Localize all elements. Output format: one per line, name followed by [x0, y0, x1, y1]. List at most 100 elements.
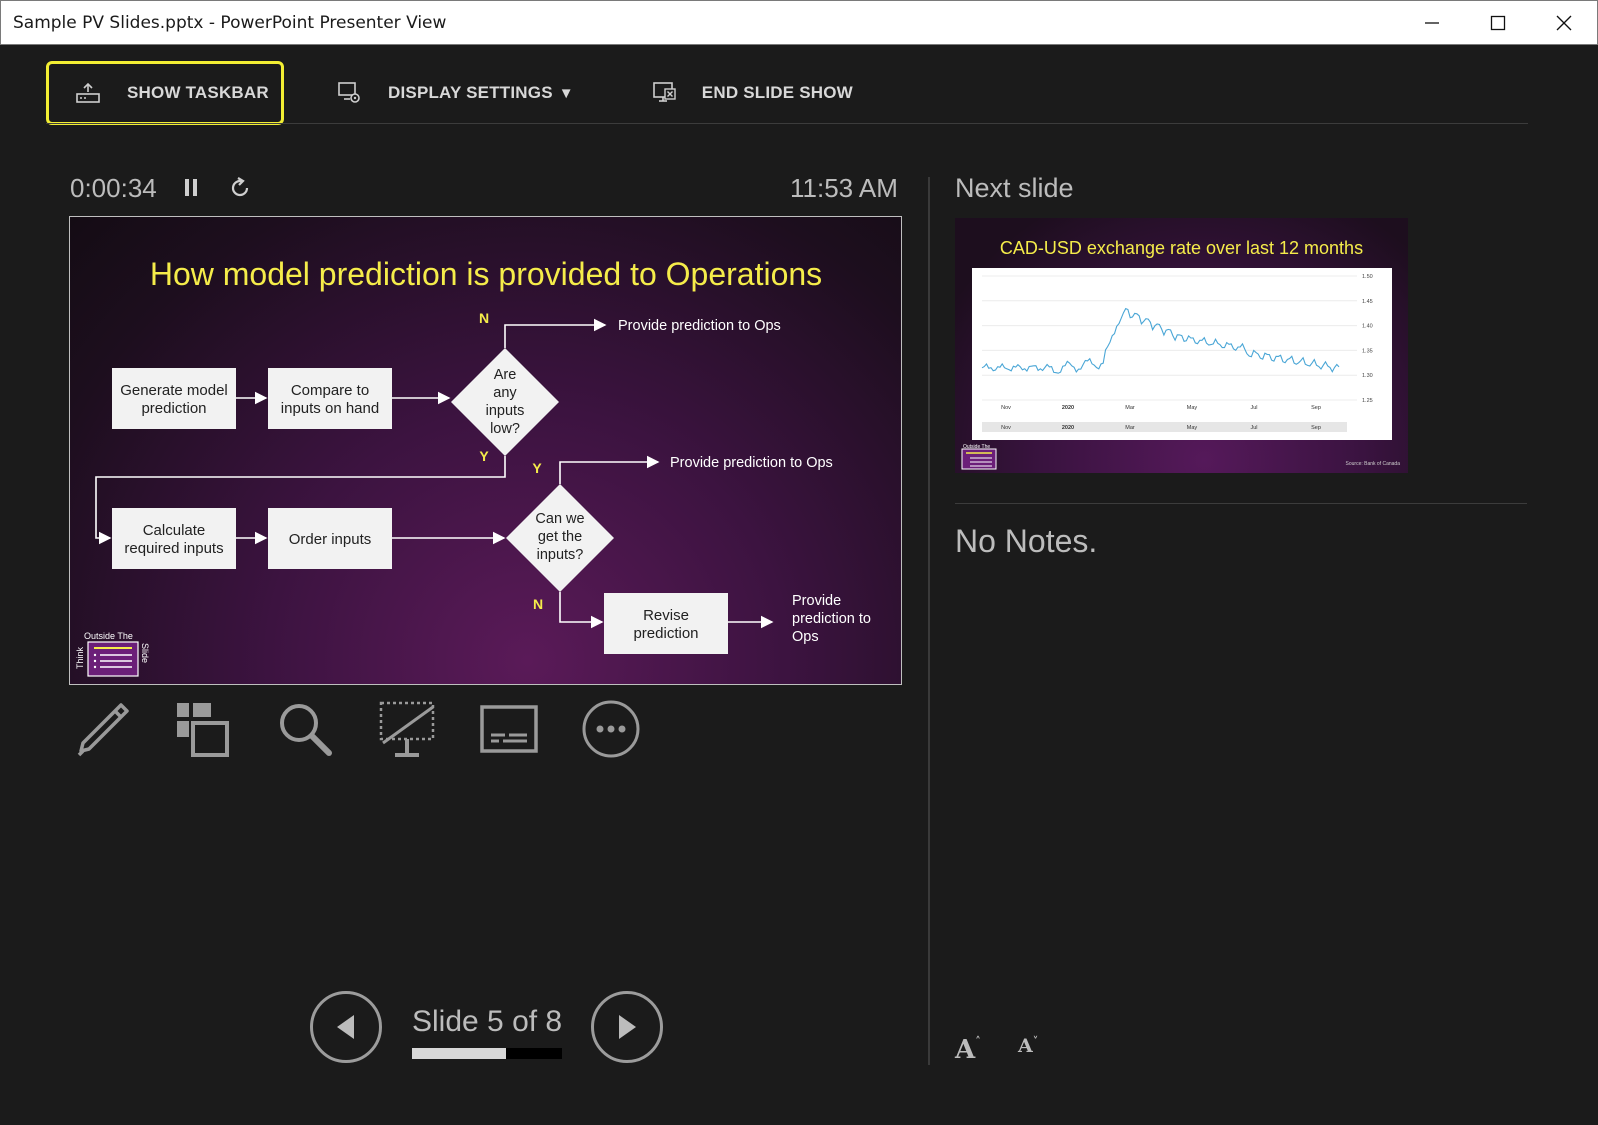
maximize-button[interactable]: [1465, 1, 1531, 45]
slide-counter[interactable]: Slide 5 of 8: [412, 1005, 562, 1039]
display-settings-icon: [336, 79, 364, 107]
zoom-button[interactable]: [274, 697, 336, 761]
pen-icon: [77, 703, 129, 757]
presenter-view: SHOW TASKBAR DISPLAY SETTINGS ▼ END SLID…: [0, 45, 1598, 1125]
ops-label-3-line3: Ops: [792, 629, 819, 645]
x-tick-label: 2020: [1062, 425, 1074, 431]
ops-label-3-line2: prediction to: [792, 611, 871, 627]
edge-label-n2: N: [533, 596, 543, 612]
flow-box-generate-line1: Generate model: [120, 382, 228, 399]
taskbar-icon: [75, 79, 101, 107]
x-tick-label: Jul: [1250, 425, 1257, 431]
current-slide[interactable]: How model prediction is provided to Oper…: [69, 216, 902, 685]
x-tick-label: Sep: [1311, 425, 1321, 431]
next-slide-chart: 1.50 1.45 1.40 1.35 1.30 1.25 Nov 2020 Mar May Jul…: [972, 268, 1392, 440]
x-tick-label: Nov: [1001, 405, 1011, 411]
x-tick-label: May: [1187, 425, 1198, 431]
pause-icon: [185, 179, 197, 196]
flow-box-revise-line1: Revise: [643, 607, 689, 624]
edge-label-n1: N: [479, 310, 489, 326]
increase-caret-icon: ˄: [975, 1035, 981, 1048]
subtitles-icon: [480, 705, 538, 753]
elapsed-timer: 0:00:34: [70, 173, 157, 203]
pause-timer-button[interactable]: [182, 176, 202, 205]
current-time: 11:53 AM: [790, 173, 898, 203]
y-tick-label: 1.35: [1362, 348, 1373, 354]
decrease-font-button[interactable]: A˅: [1018, 1035, 1038, 1057]
next-slide-logo: Outside The: [961, 444, 997, 470]
x-tick-label: May: [1187, 405, 1198, 411]
next-slide-preview[interactable]: CAD-USD exchange rate over last 12 month…: [955, 218, 1408, 473]
svg-text:Slide: Slide: [140, 643, 150, 663]
show-taskbar-label: SHOW TASKBAR: [127, 83, 269, 102]
y-tick-label: 1.45: [1362, 299, 1373, 305]
svg-text:Think: Think: [75, 646, 85, 669]
diamond1-line3: inputs: [486, 403, 525, 419]
more-options-button[interactable]: [580, 697, 642, 761]
svg-text:Outside The: Outside The: [963, 444, 990, 450]
more-options-icon: [582, 700, 640, 758]
svg-text:Outside The: Outside The: [84, 631, 133, 641]
minimize-button[interactable]: [1399, 1, 1465, 45]
end-slide-show-button[interactable]: END SLIDE SHOW: [650, 61, 853, 125]
edge-label-y1: Y: [479, 448, 489, 464]
end-show-icon: [650, 79, 678, 107]
y-tick-label: 1.50: [1362, 274, 1373, 280]
outside-the-slide-logo: Outside The Think Slide: [75, 631, 150, 677]
maximize-icon: [1490, 15, 1506, 31]
next-arrow-icon: [619, 1015, 636, 1039]
black-screen-icon: [379, 701, 435, 757]
pen-tool-button[interactable]: [70, 697, 132, 761]
decrease-caret-icon: ˅: [1032, 1035, 1039, 1048]
flow-box-compare-line1: Compare to: [291, 382, 369, 399]
next-slide-title: CAD-USD exchange rate over last 12 month…: [999, 238, 1364, 258]
exchange-rate-line: [981, 307, 1340, 374]
increase-font-button[interactable]: A˄: [955, 1035, 981, 1065]
end-slide-show-label: END SLIDE SHOW: [701, 83, 853, 102]
display-settings-button[interactable]: DISPLAY SETTINGS ▼: [336, 61, 574, 125]
presenter-toolbar: SHOW TASKBAR DISPLAY SETTINGS ▼ END SLID…: [46, 60, 853, 126]
restart-timer-button[interactable]: [228, 176, 252, 205]
diamond2-line2: get the: [538, 529, 582, 545]
speaker-notes[interactable]: No Notes.: [955, 523, 1097, 560]
close-icon: [1556, 15, 1572, 31]
subtitles-button[interactable]: [478, 697, 540, 761]
pane-divider[interactable]: [928, 177, 930, 1065]
slide-progress-bar: [412, 1048, 562, 1059]
diamond1-line4: low?: [490, 421, 520, 437]
x-tick-label: 2020: [1062, 405, 1074, 411]
close-button[interactable]: [1531, 1, 1597, 45]
flow-box-calculate-line1: Calculate: [143, 522, 206, 539]
flow-box-revise-line2: prediction: [633, 625, 698, 642]
ops-label-1: Provide prediction to Ops: [618, 318, 781, 334]
next-slide-source: Source: Bank of Canada: [1345, 461, 1400, 467]
next-slide-button[interactable]: [591, 991, 663, 1063]
notes-divider: [955, 503, 1527, 504]
slide-title: How model prediction is provided to Oper…: [150, 256, 822, 292]
previous-slide-button[interactable]: [310, 991, 382, 1063]
restart-icon: [231, 177, 249, 197]
show-taskbar-button[interactable]: SHOW TASKBAR: [46, 61, 284, 125]
black-screen-button[interactable]: [376, 697, 438, 761]
x-tick-label: Nov: [1001, 425, 1011, 431]
ops-label-3-line1: Provide: [792, 593, 841, 609]
flow-box-generate-line2: prediction: [141, 400, 206, 417]
diamond1-line2: any: [493, 385, 517, 401]
window-titlebar: Sample PV Slides.pptx - PowerPoint Prese…: [0, 0, 1598, 45]
x-tick-label: Sep: [1311, 405, 1321, 411]
diamond1-line1: Are: [494, 367, 517, 383]
magnifier-icon: [280, 704, 332, 756]
see-all-slides-button[interactable]: [172, 697, 234, 761]
y-tick-label: 1.30: [1362, 373, 1373, 379]
diamond2-line1: Can we: [535, 511, 584, 527]
window-title: Sample PV Slides.pptx - PowerPoint Prese…: [13, 12, 447, 33]
x-tick-label: Jul: [1250, 405, 1257, 411]
ops-label-2: Provide prediction to Ops: [670, 455, 833, 471]
y-tick-label: 1.40: [1362, 324, 1373, 330]
flow-diamond-inputs-low: [451, 348, 559, 456]
y-tick-label: 1.25: [1362, 398, 1373, 404]
previous-arrow-icon: [337, 1015, 354, 1039]
display-settings-dropdown-icon: ▼: [558, 84, 574, 102]
edge-label-y2: Y: [532, 460, 542, 476]
x-tick-label: Mar: [1125, 425, 1135, 431]
